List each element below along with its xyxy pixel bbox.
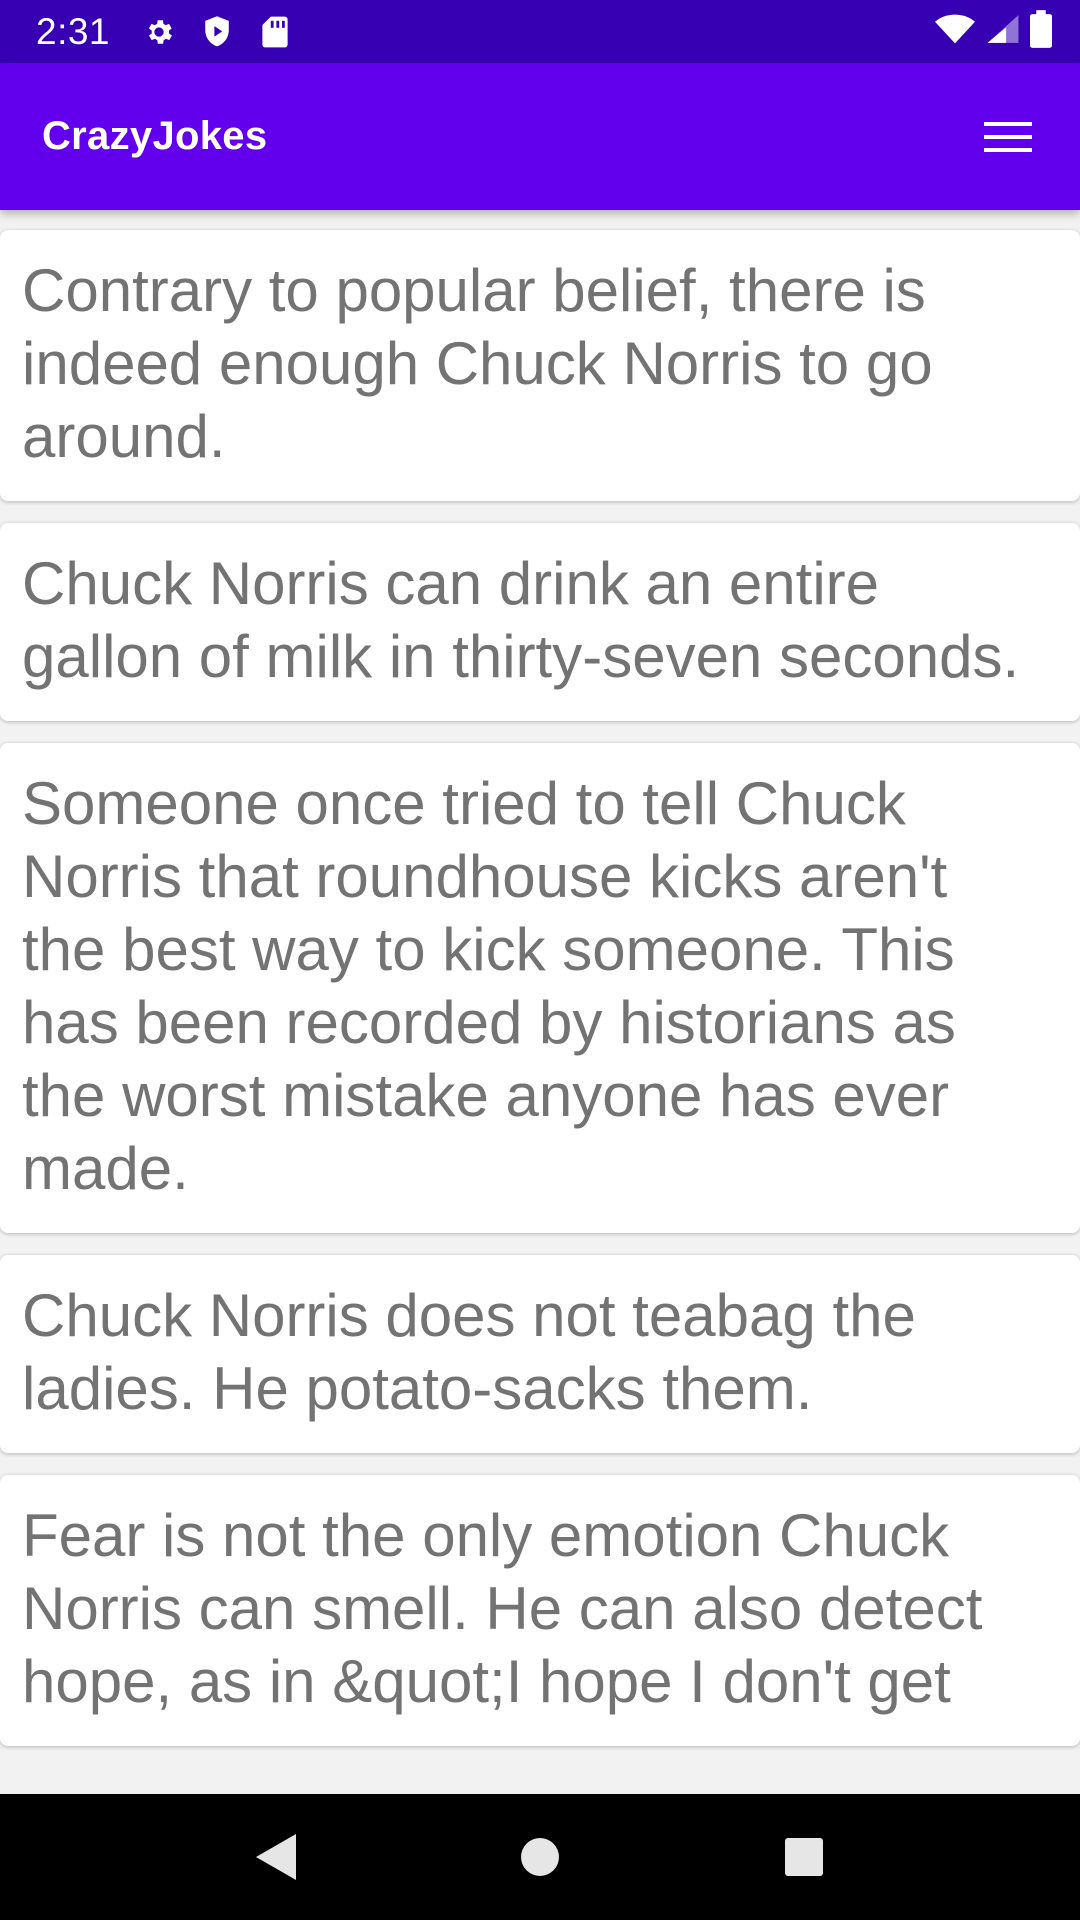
shield-play-icon <box>198 13 236 51</box>
sd-card-icon <box>256 13 294 51</box>
joke-list[interactable]: Contrary to popular belief, there is ind… <box>0 210 1080 1794</box>
menu-button[interactable] <box>978 107 1038 167</box>
home-icon <box>521 1838 559 1876</box>
joke-text: Chuck Norris can drink an entire gallon … <box>22 550 1020 690</box>
status-right-icons <box>934 10 1052 53</box>
home-button[interactable] <box>480 1807 600 1907</box>
status-bar: 2:31 <box>0 0 1080 63</box>
gear-icon <box>140 13 178 51</box>
joke-card[interactable]: Fear is not the only emotion Chuck Norri… <box>0 1475 1080 1746</box>
joke-text: Chuck Norris does not teabag the ladies.… <box>22 1282 916 1422</box>
joke-text: Someone once tried to tell Chuck Norris … <box>22 770 956 1202</box>
back-icon <box>256 1834 296 1880</box>
back-button[interactable] <box>216 1807 336 1907</box>
battery-icon <box>1030 10 1052 53</box>
wifi-icon <box>934 13 976 50</box>
signal-icon <box>986 13 1020 50</box>
recents-button[interactable] <box>744 1807 864 1907</box>
recents-icon <box>785 1838 823 1876</box>
hamburger-menu-icon <box>984 121 1032 152</box>
app-title: CrazyJokes <box>42 114 268 158</box>
status-time: 2:31 <box>36 10 111 52</box>
joke-text: Fear is not the only emotion Chuck Norri… <box>22 1502 983 1715</box>
nav-bar <box>0 1794 1080 1920</box>
app-bar: CrazyJokes <box>0 63 1080 210</box>
joke-card[interactable]: Contrary to popular belief, there is ind… <box>0 230 1080 501</box>
joke-text: Contrary to popular belief, there is ind… <box>22 257 933 470</box>
joke-card[interactable]: Someone once tried to tell Chuck Norris … <box>0 743 1080 1233</box>
joke-card[interactable]: Chuck Norris does not teabag the ladies.… <box>0 1255 1080 1453</box>
screen: 2:31 CrazyJokes Contrary to popular beli… <box>0 0 1080 1920</box>
joke-card[interactable]: Chuck Norris can drink an entire gallon … <box>0 523 1080 721</box>
